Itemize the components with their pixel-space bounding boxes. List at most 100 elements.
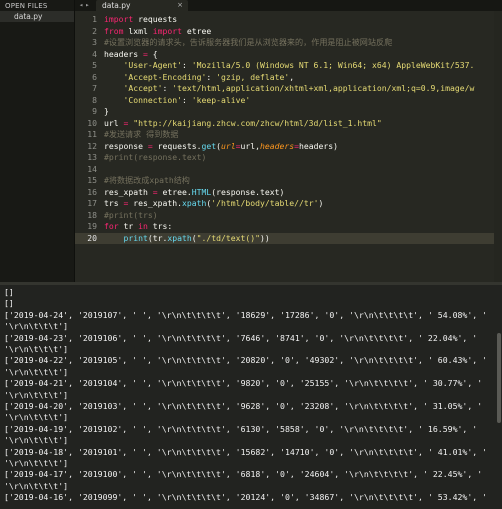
line-code: #print(trs) — [104, 210, 158, 222]
code-line[interactable]: 20 print(tr.xpath("./td/text()")) — [75, 232, 502, 245]
line-number: 1 — [92, 14, 97, 24]
code-token: #print(response.text) — [104, 152, 207, 162]
line-code: import requests — [104, 14, 177, 26]
code-line[interactable]: 11 #发送请求 得到数据 — [75, 129, 502, 141]
code-line[interactable]: 2 from lxml import etree — [75, 26, 502, 38]
code-token: ) — [318, 198, 324, 208]
code-token: #将数据改成xpath结构 — [104, 175, 190, 185]
line-code: 'Connection': 'keep-alive' — [104, 94, 251, 107]
line-number: 19 — [87, 221, 97, 231]
console-output-line: ['2019-04-20', '2019103', ' ', '\r\n\t\t… — [4, 401, 483, 411]
code-token: headers — [104, 48, 143, 59]
line-code: trs = res_xpath.xpath('/html/body/table/… — [104, 198, 323, 210]
code-token: : — [181, 94, 192, 105]
code-line[interactable]: 19 for tr in trs: — [75, 221, 502, 233]
code-line[interactable]: 17 trs = res_xpath.xpath('/html/body/tabl… — [75, 198, 502, 210]
tab-nav-arrows-icon[interactable]: ◂▸ — [79, 0, 91, 11]
code-token: 'User-Agent' — [123, 60, 182, 70]
code-line[interactable]: 7 'Accept': 'text/html,application/xhtml… — [75, 83, 502, 95]
line-number: 3 — [92, 37, 97, 47]
code-token: etree. — [157, 186, 192, 197]
code-token: from — [104, 25, 124, 36]
line-number: 5 — [92, 60, 97, 70]
code-token: 'Accept-Encoding' — [123, 71, 207, 82]
code-token: #发送请求 得到数据 — [104, 129, 179, 139]
code-line[interactable]: 14 — [75, 164, 502, 176]
code-token: 'Mozilla/5.0 (Windows NT 6.1; Win64; x64… — [191, 60, 475, 70]
line-number: 17 — [87, 198, 97, 208]
console-output-line: '\r\n\t\t\t'] — [4, 389, 69, 400]
line-number: 18 — [87, 209, 97, 220]
console-output-line: ['2019-04-24', '2019107', ' ', '\r\n\t\t… — [4, 309, 488, 320]
code-token: 'keep-alive' — [191, 94, 251, 105]
code-token: import — [104, 14, 134, 24]
line-number: 9 — [92, 106, 97, 116]
sidebar-file-data-py[interactable]: data.py — [0, 11, 74, 22]
line-number: 11 — [87, 129, 97, 139]
code-line[interactable]: 13 #print(response.text) — [75, 152, 502, 164]
code-token: (response.text) — [211, 186, 285, 197]
console-output-line: ['2019-04-18', '2019101', ' ', '\r\n\t\t… — [4, 446, 488, 457]
code-token: import — [152, 25, 182, 36]
code-token: { — [147, 48, 158, 59]
line-code: print(tr.xpath("./td/text()")) — [104, 233, 270, 245]
console-output-line: [] — [4, 287, 14, 297]
code-line[interactable]: 3 #设置浏览器的请求头，告诉服务器我们是从浏览器来的，作用是阻止被网站反爬 — [75, 37, 502, 49]
code-line[interactable]: 10 url = "http://kaijiang.zhcw.com/zhcw/h… — [75, 118, 502, 130]
code-token: headers — [259, 140, 295, 151]
code-line[interactable]: 12 response = requests.get(url=url,header… — [75, 141, 502, 153]
code-token: in — [138, 221, 148, 231]
line-code: url = "http://kaijiang.zhcw.com/zhcw/htm… — [104, 118, 382, 130]
tab-data-py[interactable]: data.py × — [96, 0, 188, 11]
console-output-line: [] — [4, 298, 14, 309]
code-token: 'Connection' — [123, 94, 182, 105]
line-number: 20 — [87, 232, 97, 243]
code-line[interactable]: 8 'Connection': 'keep-alive' — [75, 95, 502, 107]
code-token: res_xpath — [104, 186, 153, 197]
code-line[interactable]: 5 'User-Agent': 'Mozilla/5.0 (Windows NT… — [75, 60, 502, 72]
tab-label: data.py — [102, 1, 131, 10]
line-number: 4 — [92, 48, 97, 59]
code-token: get — [201, 140, 217, 151]
console-scrollbar[interactable] — [497, 333, 501, 423]
line-number: 14 — [87, 163, 97, 174]
code-token: } — [104, 106, 109, 116]
code-token: etree — [182, 25, 212, 36]
output-console[interactable]: [][] ['2019-04-24', '2019107', ' ', '\r\n… — [0, 285, 502, 509]
console-output-line: '\r\n\t\t\t'] — [4, 458, 69, 468]
line-code: 'Accept-Encoding': 'gzip, deflate', — [104, 71, 295, 84]
console-output-line: '\r\n\t\t\t'] — [4, 435, 69, 446]
code-line[interactable]: 16 res_xpath = etree.HTML(response.text) — [75, 187, 502, 199]
console-output-line: '\r\n\t\t\t'] — [4, 344, 69, 354]
code-token: "http://kaijiang.zhcw.com/zhcw/html/3d/l… — [133, 117, 382, 128]
line-code: for tr in trs: — [104, 221, 172, 233]
code-token: print — [123, 232, 148, 243]
minimap[interactable] — [494, 11, 502, 282]
code-line[interactable]: 18 #print(trs) — [75, 210, 502, 222]
code-line[interactable]: 9} — [75, 106, 502, 118]
line-code: response = requests.get(url=url,headers=… — [104, 141, 338, 153]
line-number: 10 — [87, 117, 97, 128]
close-icon[interactable]: × — [177, 0, 183, 11]
sidebar: OPEN FILES data.py — [0, 0, 75, 282]
console-output-line: ['2019-04-19', '2019102', ' ', '\r\n\t\t… — [4, 423, 478, 434]
code-token: trs — [104, 198, 124, 208]
code-line[interactable]: 4 headers = { — [75, 49, 502, 61]
code-token: : — [181, 60, 192, 70]
code-token: )) — [259, 232, 270, 243]
code-line[interactable]: 15 #将数据改成xpath结构 — [75, 175, 502, 187]
code-line[interactable]: 6 'Accept-Encoding': 'gzip, deflate', — [75, 72, 502, 84]
code-editor[interactable]: 1 import requests 2 from lxml import etree 3… — [75, 11, 502, 282]
code-token: #print(trs) — [104, 209, 158, 220]
line-code: headers = { — [104, 49, 158, 61]
code-line[interactable]: 1 import requests — [75, 14, 502, 26]
line-number: 7 — [92, 83, 97, 93]
line-number: 8 — [92, 94, 97, 105]
code-token: , — [289, 71, 295, 82]
line-code: #将数据改成xpath结构 — [104, 175, 190, 187]
code-token: tr — [118, 221, 139, 231]
code-token: 'text/html,application/xhtml+xml,applica… — [172, 83, 475, 93]
